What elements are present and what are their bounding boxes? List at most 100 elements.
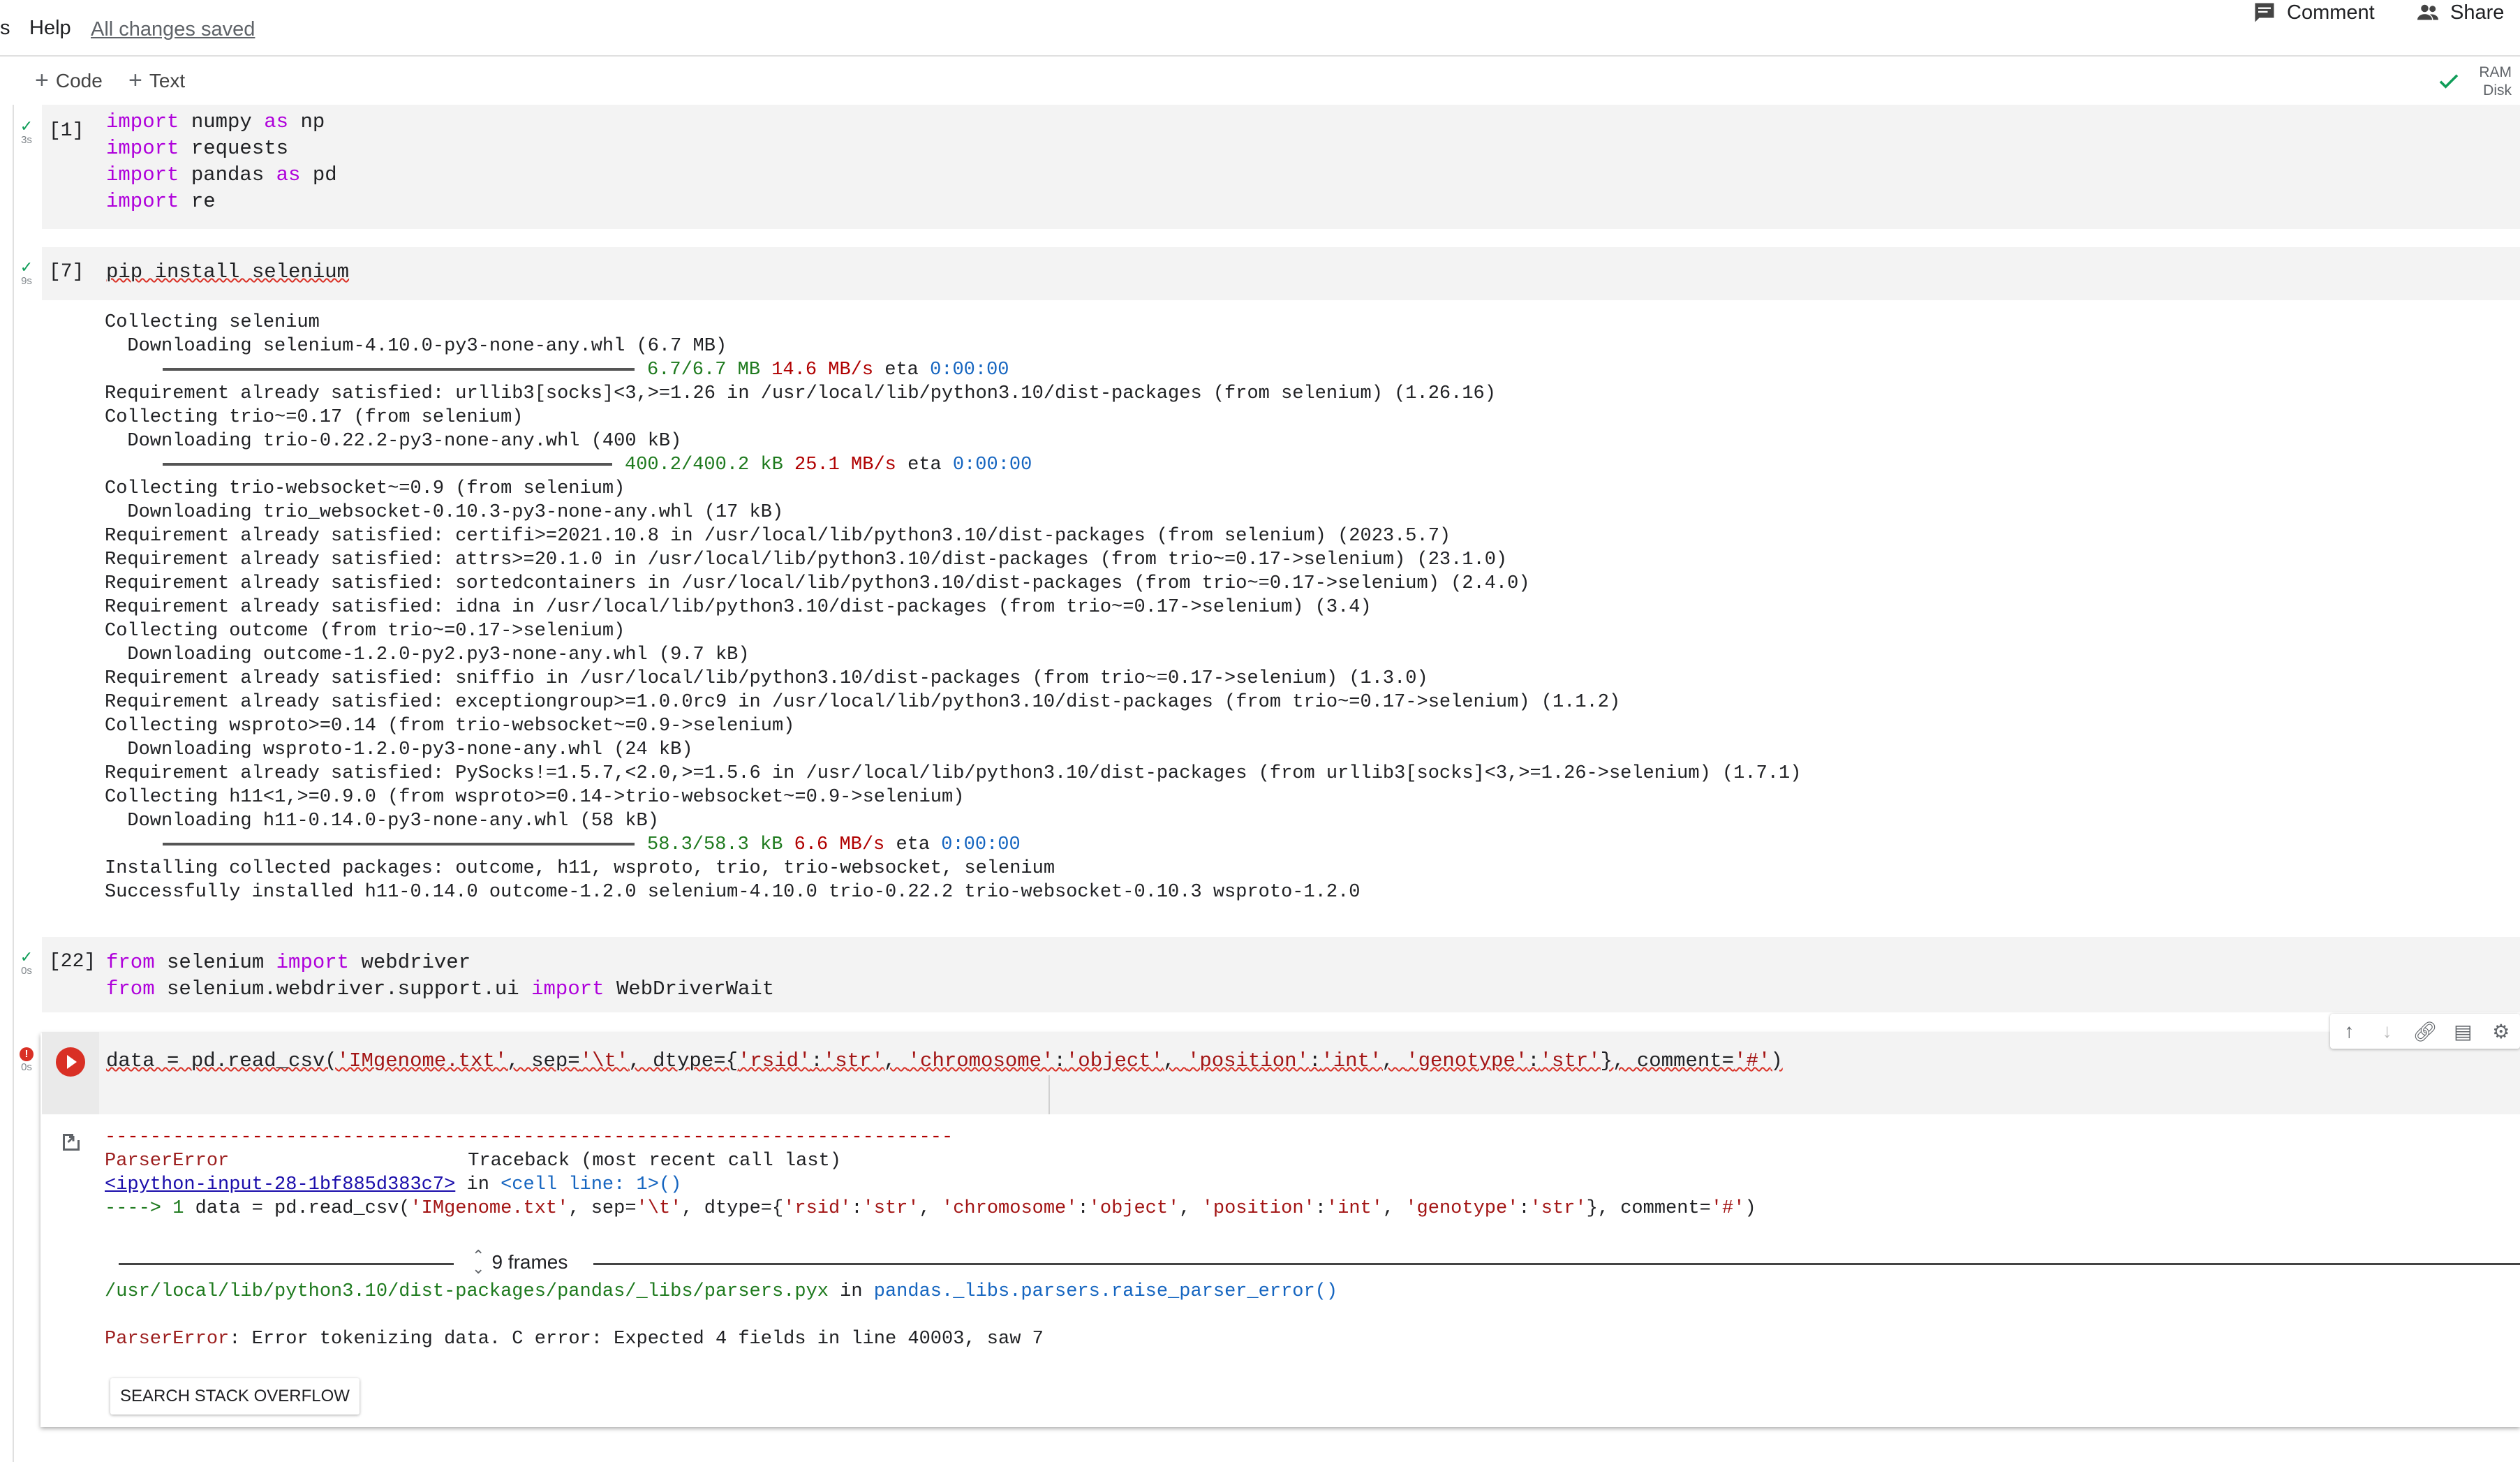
error-message: ParserError: Error tokenizing data. C er… (105, 1329, 1044, 1350)
output-line: Collecting h11<1,>=0.9.0 (from wsproto>=… (105, 787, 965, 808)
progress-bar (163, 367, 635, 371)
output-line: Collecting outcome (from trio~=0.17->sel… (105, 621, 625, 642)
expand-frames-button[interactable]: ⌃ ⌄ 9 frames (472, 1247, 568, 1277)
ram-label: RAM (2479, 64, 2512, 80)
traceback-location: <ipython-input-28-1bf885d383c7> in <cell… (105, 1174, 682, 1195)
run-cell-button[interactable] (56, 1047, 85, 1077)
share-button[interactable]: Share (2415, 0, 2504, 25)
output-line: Downloading trio-0.22.2-py3-none-any.whl… (105, 431, 682, 452)
code-cell-3[interactable] (42, 937, 2520, 1012)
comment-button[interactable]: Comment (2252, 0, 2375, 25)
add-code-button[interactable]: + Code (35, 67, 103, 94)
cell-2-exec-count: [7] (49, 261, 84, 283)
progress-line: 6.7/6.7 MB 14.6 MB/s eta 0:00:00 (163, 360, 1009, 381)
traceback-frame: /usr/local/lib/python3.10/dist-packages/… (105, 1281, 1338, 1302)
frames-divider-right (593, 1263, 2520, 1265)
error-icon: ! (20, 1047, 34, 1061)
output-line: Downloading outcome-1.2.0-py2.py3-none-a… (105, 644, 750, 665)
cell-3-exec-time: 0s (21, 965, 32, 977)
notebook-left-rule (13, 105, 14, 1462)
output-line: Requirement already satisfied: certifi>=… (105, 526, 1451, 547)
output-line: Collecting selenium (105, 312, 320, 333)
traceback-divider: ----------------------------------------… (105, 1127, 954, 1148)
output-line: Requirement already satisfied: urllib3[s… (105, 383, 1496, 404)
editor-ruler (1048, 1075, 1050, 1114)
saved-status-link[interactable]: All changes saved (91, 18, 255, 41)
frame-path-link[interactable]: /usr/local/lib/python3.10/dist-packages/… (105, 1281, 829, 1302)
comment-icon (2255, 3, 2274, 22)
progress-line: 400.2/400.2 kB 25.1 MB/s eta 0:00:00 (163, 455, 1032, 475)
output-line: Requirement already satisfied: exception… (105, 692, 1621, 713)
code-line: import numpy as np (106, 110, 325, 133)
progress-bar (163, 842, 635, 846)
output-actions-icon[interactable] (59, 1130, 84, 1155)
add-code-label: Code (55, 69, 103, 91)
gear-icon[interactable]: ⚙ (2487, 1020, 2515, 1043)
cell-toolbar: ↑ ↓ 🔗︎ ▤ ⚙ (2330, 1014, 2520, 1049)
checkmark-icon: ✓ (20, 258, 34, 276)
output-line: Downloading h11-0.14.0-py3-none-any.whl … (105, 811, 659, 832)
unfold-icon: ⌃ ⌄ (472, 1247, 485, 1277)
menu-item-help[interactable]: Help (29, 17, 71, 40)
code-line: import requests (106, 137, 289, 160)
add-text-label: Text (149, 69, 186, 91)
progress-line: 58.3/58.3 kB 6.6 MB/s eta 0:00:00 (163, 834, 1021, 855)
traceback-code: ----> 1 data = pd.read_csv('IMgenome.txt… (105, 1198, 1756, 1219)
link-icon[interactable]: 🔗︎ (2411, 1020, 2439, 1043)
code-cell-1[interactable] (42, 105, 2520, 229)
output-line: Downloading selenium-4.10.0-py3-none-any… (105, 336, 727, 357)
output-line: Requirement already satisfied: sortedcon… (105, 573, 1530, 594)
cell-4-exec-time: 0s (21, 1061, 32, 1073)
toolbar-divider (0, 55, 2520, 57)
menu-item-partial[interactable]: s (0, 17, 10, 40)
menu-bar: s Help All changes saved Comment Share (0, 0, 2520, 56)
move-down-icon[interactable]: ↓ (2373, 1020, 2401, 1042)
cell-1-status: ✓ 3s (17, 117, 36, 147)
frames-label: 9 frames (491, 1251, 568, 1273)
code-line: from selenium.webdriver.support.ui impor… (106, 977, 775, 1000)
output-line: Collecting trio-websocket~=0.9 (from sel… (105, 478, 625, 499)
checkmark-icon: ✓ (20, 117, 34, 135)
ipython-input-link[interactable]: <ipython-input-28-1bf885d383c7> (105, 1174, 455, 1195)
cell-2-status: ✓ 9s (17, 258, 36, 288)
cell-1-exec-time: 3s (21, 134, 32, 146)
plus-icon: + (128, 67, 142, 94)
cell-4-editor[interactable] (99, 1032, 2520, 1114)
code-line: import re (106, 190, 216, 213)
code-line: from selenium import webdriver (106, 951, 471, 974)
comment-icon[interactable]: ▤ (2449, 1020, 2477, 1043)
cell-1-exec-count: [1] (49, 120, 84, 142)
checkmark-icon: ✓ (20, 948, 34, 966)
output-line: Requirement already satisfied: idna in /… (105, 597, 1372, 618)
output-line: Collecting wsproto>=0.14 (from trio-webs… (105, 716, 795, 737)
checkmark-icon (2439, 74, 2459, 89)
output-line: Requirement already satisfied: sniffio i… (105, 668, 1428, 689)
people-icon (2417, 4, 2438, 20)
plus-icon: + (35, 67, 49, 94)
traceback-header: ParserError Traceback (most recent call l… (105, 1151, 841, 1172)
cell-3-exec-count: [22] (49, 951, 96, 973)
comment-label: Comment (2287, 1, 2375, 24)
code-line: data = pd.read_csv('IMgenome.txt', sep='… (106, 1049, 1783, 1072)
resource-monitor[interactable]: RAM Disk (2436, 64, 2520, 99)
output-line: Successfully installed h11-0.14.0 outcom… (105, 882, 1361, 903)
cell-2-exec-time: 9s (21, 275, 32, 287)
cell-4-status: ! 0s (17, 1047, 36, 1073)
output-line: Requirement already satisfied: attrs>=20… (105, 549, 1508, 570)
share-label: Share (2450, 1, 2505, 24)
move-up-icon[interactable]: ↑ (2335, 1020, 2363, 1042)
output-line: Downloading wsproto-1.2.0-py3-none-any.w… (105, 739, 693, 760)
cell-3-status: ✓ 0s (17, 950, 36, 977)
frames-divider-left (119, 1263, 454, 1265)
code-cell-2[interactable] (42, 247, 2520, 300)
search-stack-overflow-button[interactable]: SEARCH STACK OVERFLOW (110, 1378, 360, 1415)
output-line: Downloading trio_websocket-0.10.3-py3-no… (105, 502, 784, 523)
code-line: pip install selenium (106, 260, 350, 283)
output-line: Installing collected packages: outcome, … (105, 858, 1055, 879)
progress-bar (163, 462, 612, 466)
output-line: Collecting trio~=0.17 (from selenium) (105, 407, 524, 428)
add-text-button[interactable]: + Text (128, 67, 185, 94)
disk-label: Disk (2483, 82, 2512, 98)
output-line: Requirement already satisfied: PySocks!=… (105, 763, 1802, 784)
code-line: import pandas as pd (106, 163, 337, 186)
